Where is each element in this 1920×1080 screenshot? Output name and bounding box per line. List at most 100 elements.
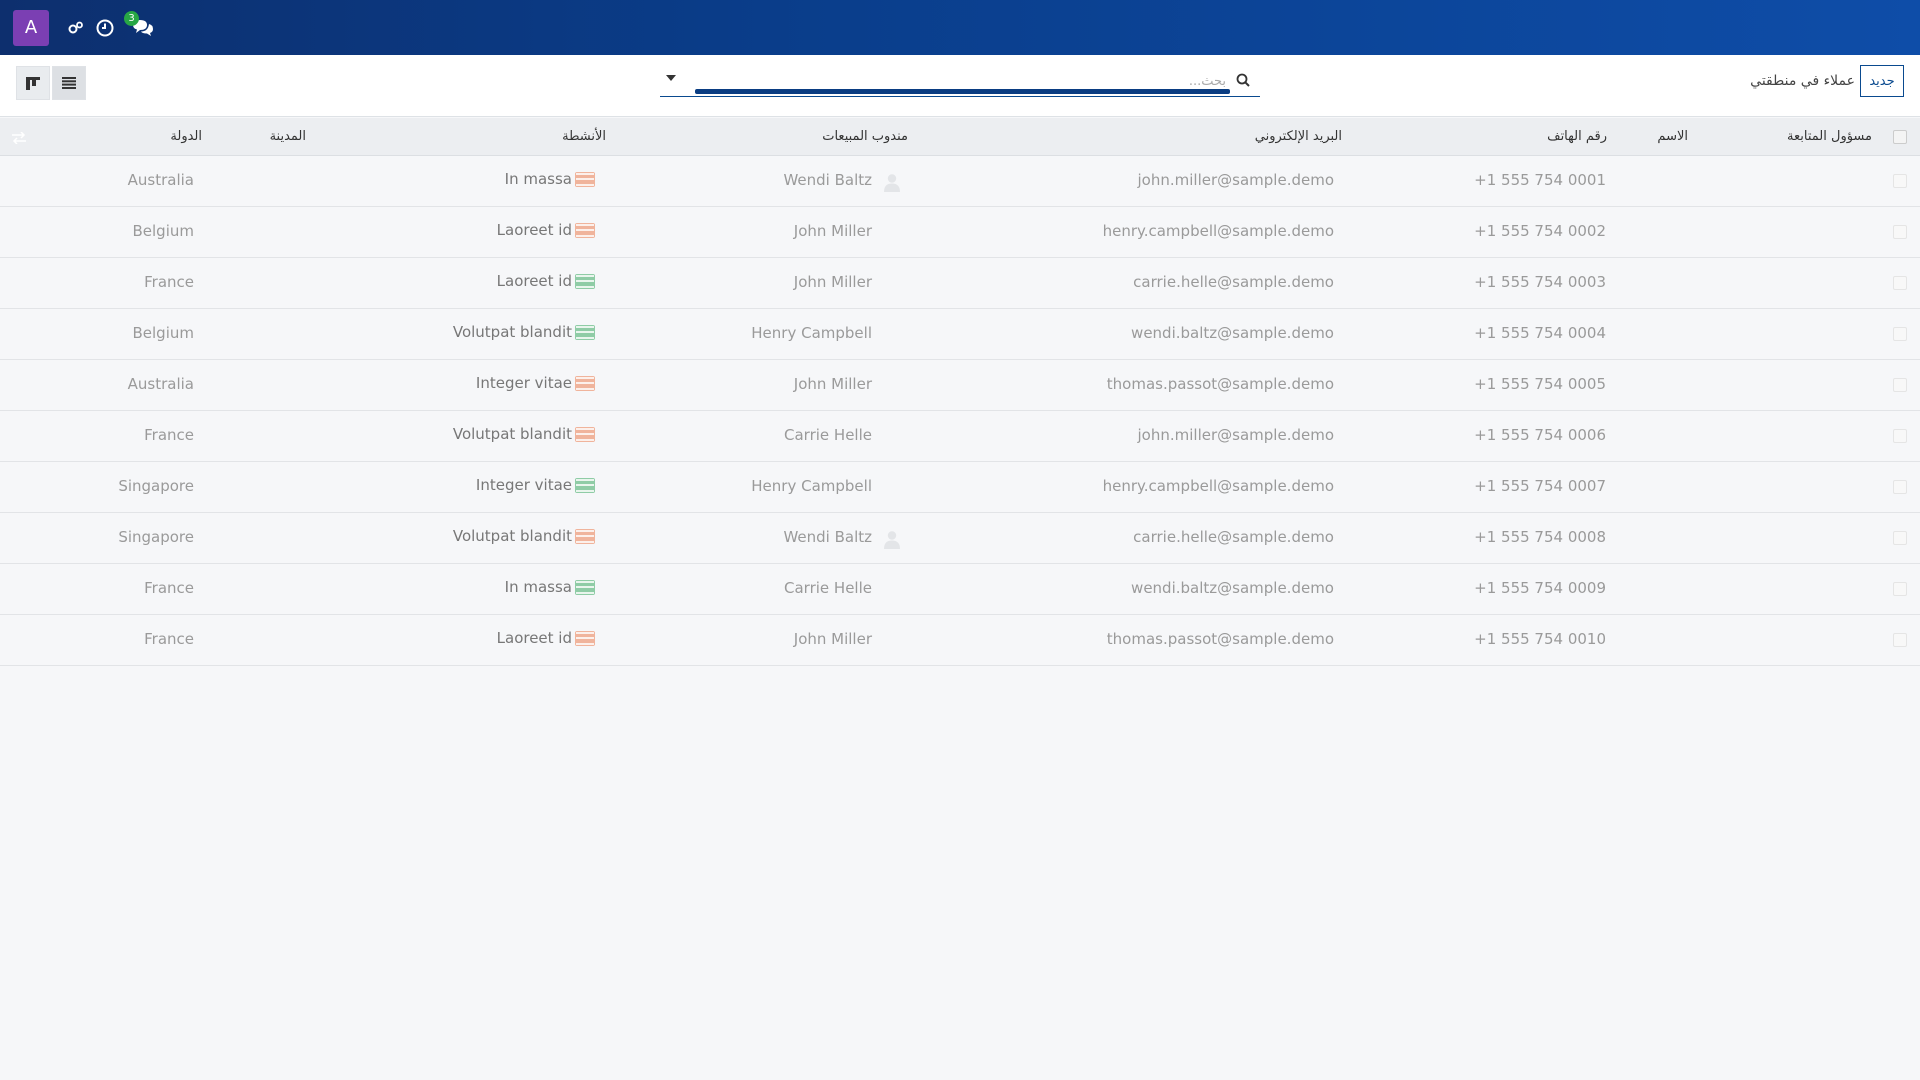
activity-calendar-icon[interactable] (575, 171, 595, 187)
cell-activity[interactable]: Laoreet id (497, 629, 595, 647)
column-phone[interactable]: رقم الهاتف (1547, 129, 1607, 144)
clock-icon[interactable] (96, 19, 114, 37)
cell-activity[interactable]: Laoreet id (497, 221, 595, 239)
table-row[interactable]: +1 555 754 0005 thomas.passot@sample.demo… (0, 360, 1920, 411)
activity-summary: Volutpat blandit (452, 323, 572, 341)
activity-calendar-icon[interactable] (575, 273, 595, 289)
column-activities[interactable]: الأنشطة (562, 129, 606, 144)
activity-summary: Volutpat blandit (452, 425, 572, 443)
row-checkbox[interactable] (1893, 174, 1907, 188)
cell-salesperson: Carrie Helle (784, 426, 872, 444)
activity-calendar-icon[interactable] (575, 477, 595, 493)
row-checkbox[interactable] (1893, 531, 1907, 545)
cell-country: France (144, 426, 194, 444)
row-checkbox[interactable] (1893, 582, 1907, 596)
cell-salesperson: John Miller (793, 630, 872, 648)
cell-country: Belgium (132, 222, 195, 240)
search-icon[interactable] (1236, 73, 1250, 91)
cell-country: France (144, 273, 194, 291)
cell-country: Australia (127, 375, 194, 393)
activity-calendar-icon[interactable] (575, 528, 595, 544)
activity-calendar-icon[interactable] (575, 375, 595, 391)
user-avatar[interactable]: A (13, 9, 49, 46)
row-checkbox[interactable] (1893, 633, 1907, 647)
column-city[interactable]: المدينة (270, 129, 306, 144)
cell-email: carrie.helle@sample.demo (1133, 273, 1334, 291)
cell-salesperson: Carrie Helle (784, 579, 872, 597)
activity-summary: Laoreet id (496, 272, 572, 290)
cell-email: wendi.baltz@sample.demo (1131, 324, 1334, 342)
table-row[interactable]: +1 555 754 0009 wendi.baltz@sample.demo Ca… (0, 564, 1920, 615)
table-row[interactable]: +1 555 754 0003 carrie.helle@sample.demo J… (0, 258, 1920, 309)
activity-summary: Integer vitae (475, 476, 572, 494)
cell-activity[interactable]: Volutpat blandit (453, 323, 595, 341)
cell-email: carrie.helle@sample.demo (1133, 528, 1334, 546)
activity-calendar-icon[interactable] (575, 324, 595, 340)
cell-salesperson: Wendi Baltz (783, 528, 872, 546)
cell-phone: +1 555 754 0002 (1474, 222, 1606, 240)
table-row[interactable]: +1 555 754 0007 henry.campbell@sample.dem… (0, 462, 1920, 513)
table-row[interactable]: +1 555 754 0002 henry.campbell@sample.dem… (0, 207, 1920, 258)
activity-summary: Volutpat blandit (452, 527, 572, 545)
activity-summary: Laoreet id (496, 221, 572, 239)
table-row[interactable]: +1 555 754 0008 carrie.helle@sample.demo W… (0, 513, 1920, 564)
cell-phone: +1 555 754 0010 (1474, 630, 1606, 648)
cell-country: Singapore (118, 528, 194, 546)
gears-icon[interactable] (68, 21, 84, 35)
cell-activity[interactable]: Integer vitae (476, 374, 595, 392)
cell-email: john.miller@sample.demo (1137, 426, 1334, 444)
kanban-icon (26, 76, 40, 90)
cell-activity[interactable]: In massa (505, 578, 595, 596)
table-row[interactable]: +1 555 754 0010 thomas.passot@sample.demo… (0, 615, 1920, 666)
table-body: +1 555 754 0001 john.miller@sample.demo We… (0, 156, 1920, 666)
table-row[interactable]: +1 555 754 0004 wendi.baltz@sample.demo He… (0, 309, 1920, 360)
kanban-view-button[interactable] (16, 66, 50, 100)
activity-calendar-icon[interactable] (575, 426, 595, 442)
row-checkbox[interactable] (1893, 429, 1907, 443)
column-options-icon[interactable] (12, 130, 26, 148)
user-placeholder-icon (882, 172, 902, 192)
column-name[interactable]: الاسم (1657, 129, 1688, 144)
cell-phone: +1 555 754 0007 (1474, 477, 1606, 495)
activity-summary: In massa (504, 578, 572, 596)
cell-salesperson: John Miller (793, 375, 872, 393)
top-navbar: A 3 (0, 0, 1920, 55)
table-row[interactable]: +1 555 754 0001 john.miller@sample.demo We… (0, 156, 1920, 207)
row-checkbox[interactable] (1893, 378, 1907, 392)
table-header: مسؤول المتابعة الاسم رقم الهاتف البريد ا… (0, 118, 1920, 156)
row-checkbox[interactable] (1893, 225, 1907, 239)
cell-salesperson: Henry Campbell (751, 477, 872, 495)
cell-activity[interactable]: Integer vitae (476, 476, 595, 494)
row-checkbox[interactable] (1893, 480, 1907, 494)
cell-country: Belgium (132, 324, 195, 342)
activity-calendar-icon[interactable] (575, 222, 595, 238)
cell-activity[interactable]: Laoreet id (497, 272, 595, 290)
cell-email: henry.campbell@sample.demo (1102, 477, 1334, 495)
activity-summary: Laoreet id (496, 629, 572, 647)
cell-salesperson: John Miller (793, 273, 872, 291)
select-all-checkbox[interactable] (1893, 130, 1907, 144)
cell-activity[interactable]: Volutpat blandit (453, 527, 595, 545)
column-country[interactable]: الدولة (170, 129, 202, 144)
cell-phone: +1 555 754 0001 (1474, 171, 1606, 189)
cell-country: Singapore (118, 477, 194, 495)
list-view-button[interactable] (52, 66, 86, 100)
cell-activity[interactable]: Volutpat blandit (453, 425, 595, 443)
column-salesperson[interactable]: مندوب المبيعات (822, 129, 908, 144)
cell-email: henry.campbell@sample.demo (1102, 222, 1334, 240)
comments-icon[interactable]: 3 (124, 10, 154, 37)
column-followup[interactable]: مسؤول المتابعة (1787, 129, 1872, 144)
cell-activity[interactable]: In massa (505, 170, 595, 188)
column-email[interactable]: البريد الإلكتروني (1255, 129, 1342, 144)
cell-phone: +1 555 754 0008 (1474, 528, 1606, 546)
cell-country: Australia (127, 171, 194, 189)
activity-calendar-icon[interactable] (575, 630, 595, 646)
table-row[interactable]: +1 555 754 0006 john.miller@sample.demo Ca… (0, 411, 1920, 462)
cell-country: France (144, 630, 194, 648)
row-checkbox[interactable] (1893, 327, 1907, 341)
breadcrumb: عملاء في منطقتي (1750, 73, 1855, 89)
activity-calendar-icon[interactable] (575, 579, 595, 595)
new-button[interactable]: جديد (1860, 65, 1904, 97)
row-checkbox[interactable] (1893, 276, 1907, 290)
search-options-dropdown[interactable] (666, 75, 676, 81)
